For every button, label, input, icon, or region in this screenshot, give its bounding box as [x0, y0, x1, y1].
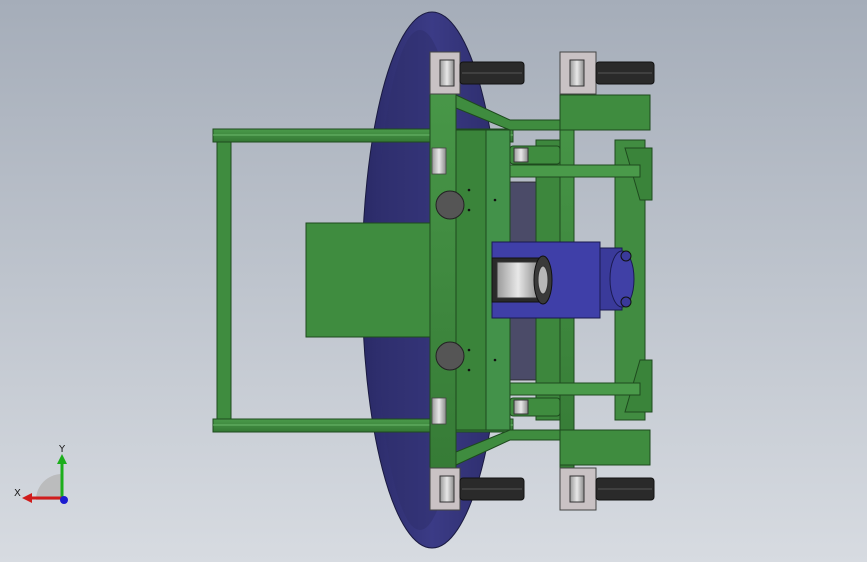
caster-top-right[interactable] [559, 51, 655, 95]
x-axis-arrow [22, 493, 32, 503]
orientation-triad: Y X [14, 444, 68, 504]
caster-bottom-right[interactable] [559, 467, 655, 511]
assembly-model[interactable] [0, 0, 867, 562]
z-axis-dot [60, 496, 68, 504]
triad-origin-shadow [36, 474, 62, 500]
cad-viewport[interactable]: Y X [0, 0, 867, 562]
x-axis-label: X [14, 488, 21, 499]
motor-assembly[interactable] [491, 241, 635, 319]
y-axis-label: Y [58, 444, 66, 455]
y-axis-arrow [57, 454, 67, 464]
